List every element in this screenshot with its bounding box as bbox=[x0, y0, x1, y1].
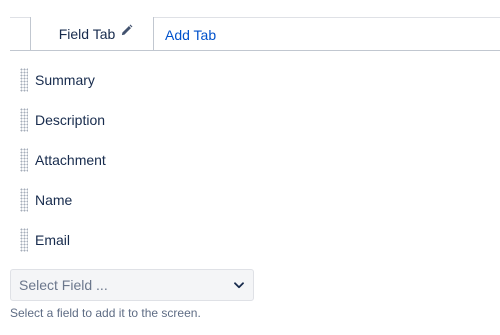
select-field-value: Select Field ... bbox=[19, 277, 108, 293]
drag-handle-icon[interactable] bbox=[20, 228, 28, 252]
field-item-email[interactable]: Email bbox=[20, 220, 106, 260]
drag-handle-icon[interactable] bbox=[20, 68, 28, 92]
field-list: Summary Description Attachment Name Emai… bbox=[20, 60, 106, 260]
drag-handle-icon[interactable] bbox=[20, 148, 28, 172]
field-item-name[interactable]: Name bbox=[20, 180, 106, 220]
field-item-attachment[interactable]: Attachment bbox=[20, 140, 106, 180]
select-field-help-text: Select a field to add it to the screen. bbox=[10, 306, 201, 320]
pencil-icon[interactable] bbox=[120, 24, 133, 37]
add-tab-link[interactable]: Add Tab bbox=[165, 17, 216, 50]
field-label: Name bbox=[35, 192, 73, 208]
select-field-dropdown[interactable]: Select Field ... bbox=[10, 269, 254, 301]
field-label: Email bbox=[35, 232, 71, 248]
field-item-description[interactable]: Description bbox=[20, 100, 106, 140]
tab-field-tab[interactable]: Field Tab bbox=[30, 17, 154, 50]
drag-handle-icon[interactable] bbox=[20, 188, 28, 212]
field-label: Description bbox=[35, 112, 106, 128]
drag-handle-icon[interactable] bbox=[20, 108, 28, 132]
field-item-summary[interactable]: Summary bbox=[20, 60, 106, 100]
tab-label: Field Tab bbox=[58, 25, 116, 42]
field-label: Summary bbox=[35, 72, 95, 88]
tab-bar: Field Tab Add Tab bbox=[10, 17, 500, 51]
field-label: Attachment bbox=[35, 152, 106, 168]
chevron-down-icon bbox=[234, 276, 253, 294]
